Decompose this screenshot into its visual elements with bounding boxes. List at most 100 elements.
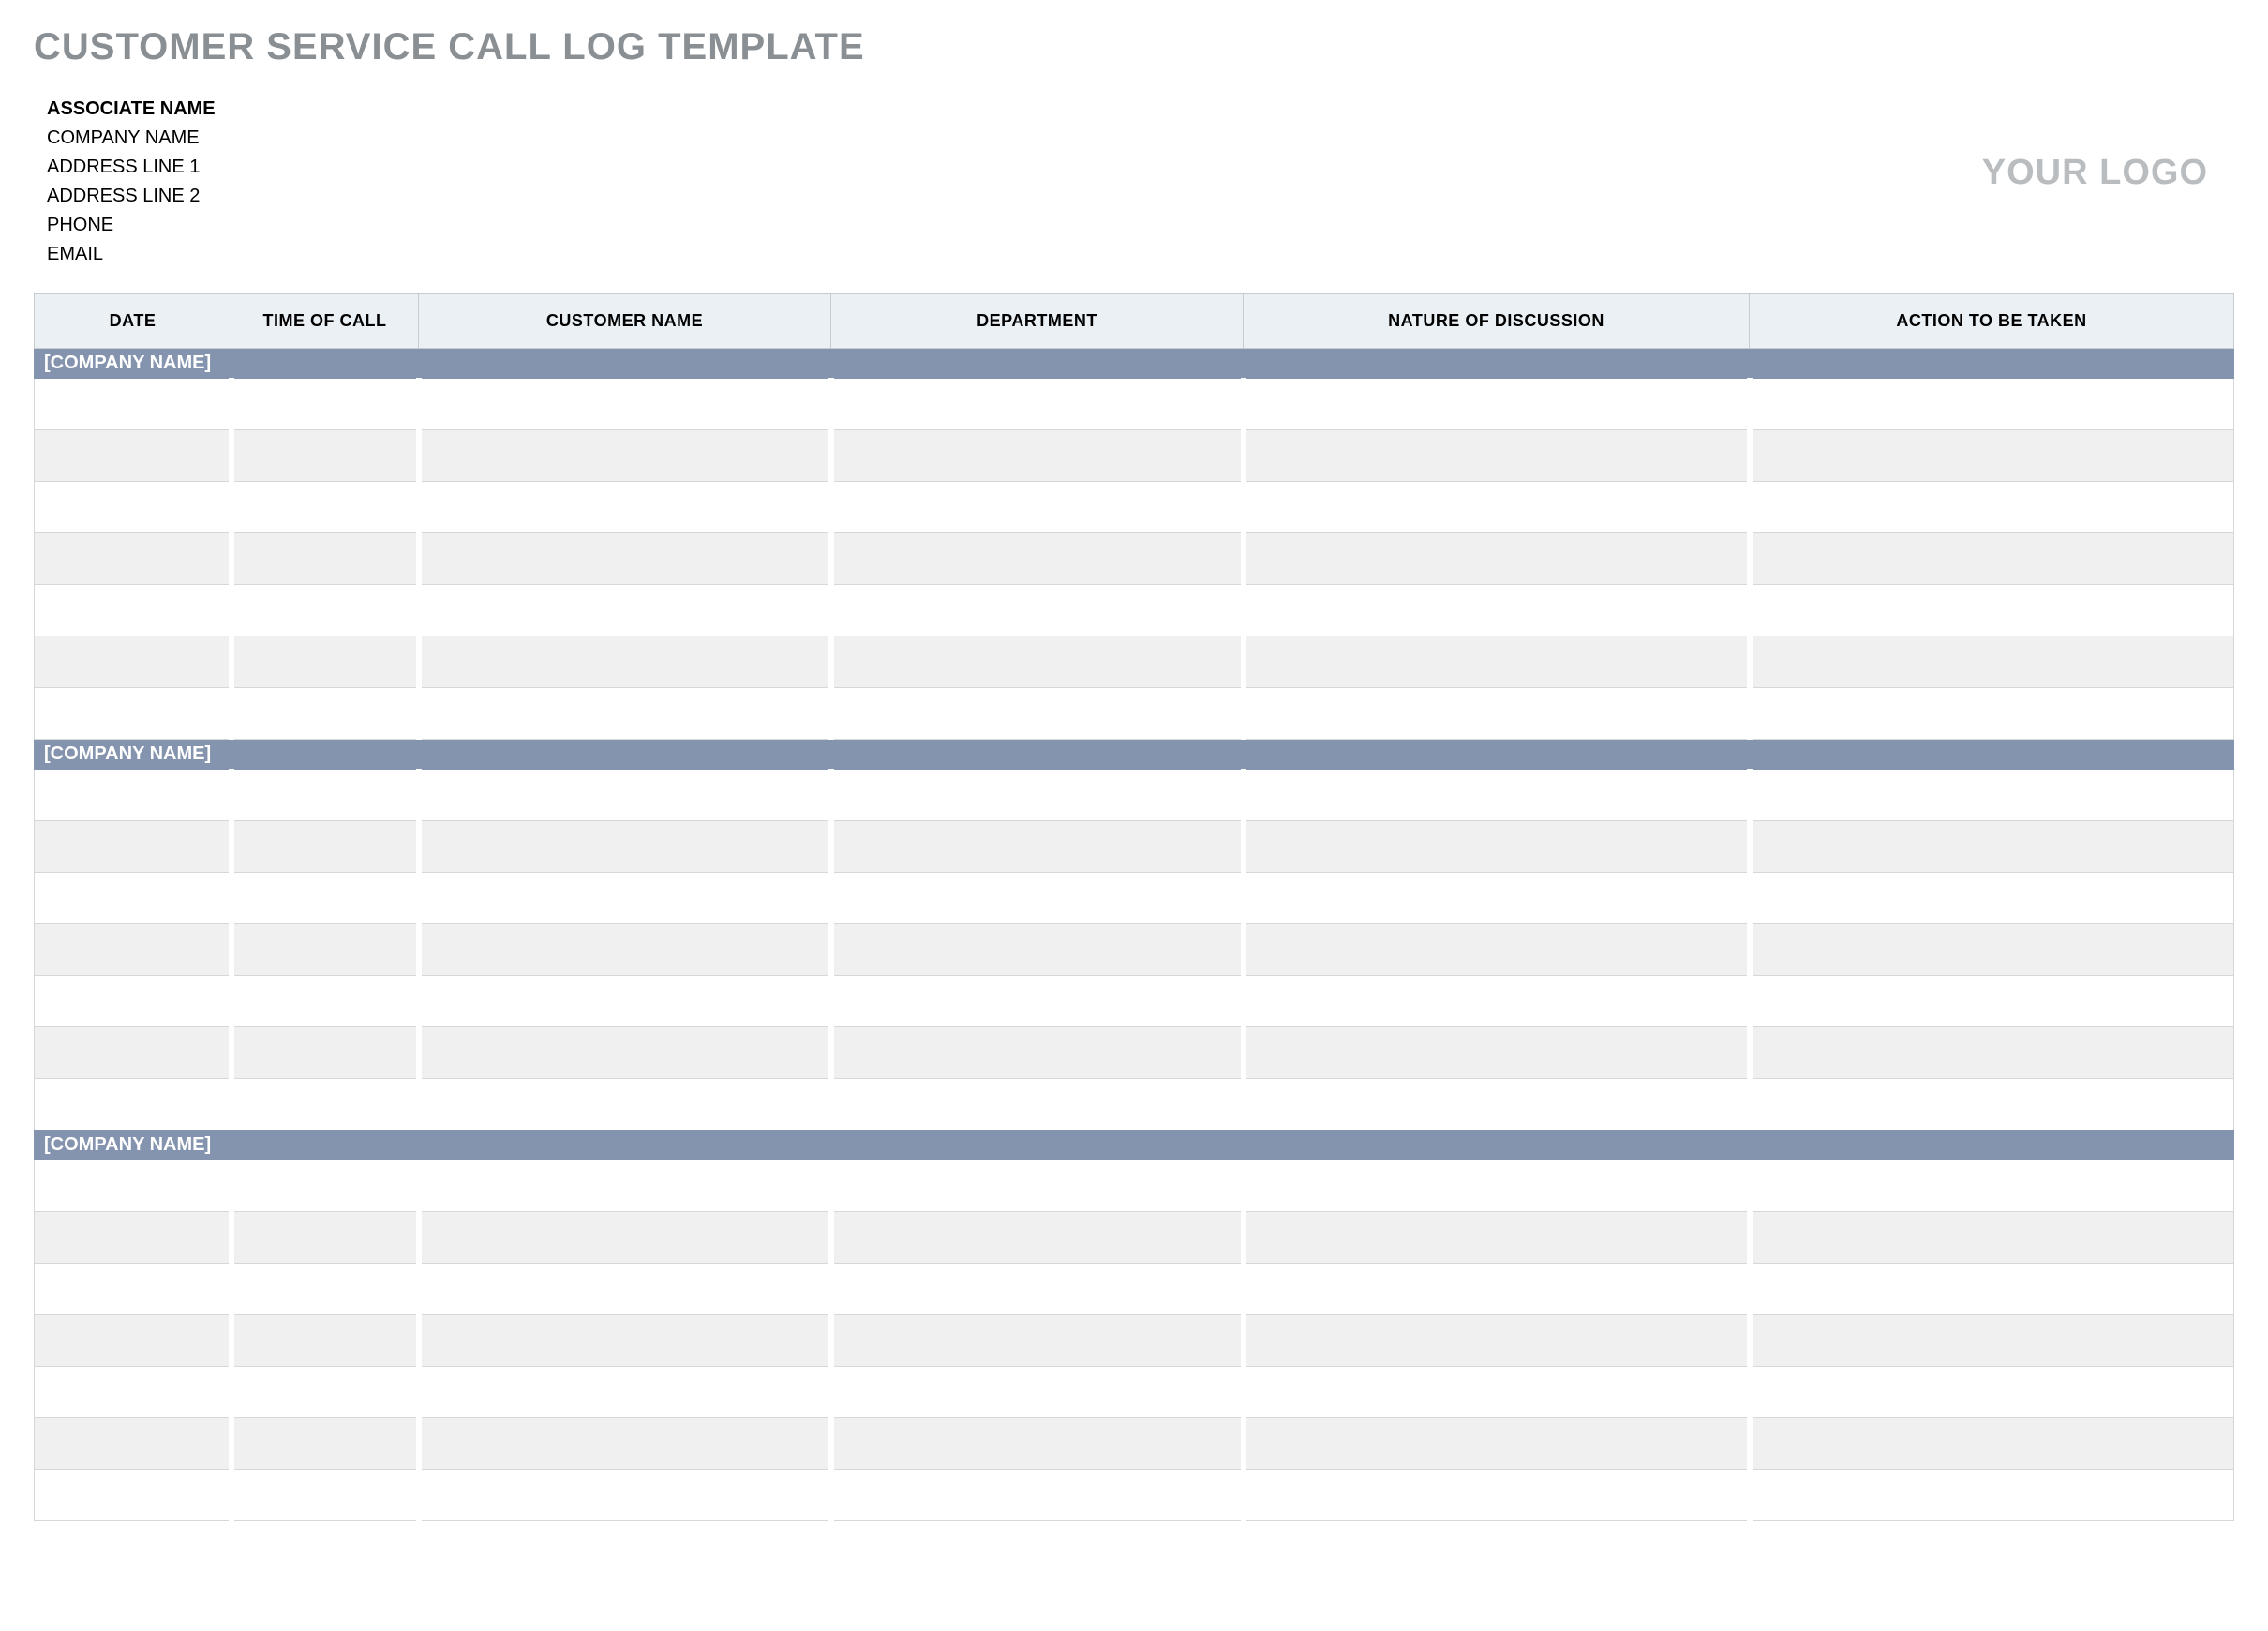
cell-customer[interactable] <box>419 533 831 585</box>
cell-time[interactable] <box>231 1264 419 1315</box>
cell-action[interactable] <box>1750 1160 2234 1212</box>
cell-nature[interactable] <box>1244 976 1750 1027</box>
cell-action[interactable] <box>1750 379 2234 430</box>
cell-department[interactable] <box>831 873 1244 924</box>
cell-customer[interactable] <box>419 924 831 976</box>
cell-department[interactable] <box>831 430 1244 482</box>
cell-time[interactable] <box>231 1315 419 1367</box>
cell-action[interactable] <box>1750 1264 2234 1315</box>
cell-time[interactable] <box>231 1418 419 1470</box>
cell-time[interactable] <box>231 1027 419 1079</box>
cell-nature[interactable] <box>1244 924 1750 976</box>
cell-nature[interactable] <box>1244 482 1750 533</box>
cell-date[interactable] <box>35 1470 231 1521</box>
cell-customer[interactable] <box>419 1264 831 1315</box>
cell-department[interactable] <box>831 1079 1244 1130</box>
cell-department[interactable] <box>831 636 1244 688</box>
cell-nature[interactable] <box>1244 688 1750 740</box>
cell-time[interactable] <box>231 533 419 585</box>
cell-nature[interactable] <box>1244 1264 1750 1315</box>
cell-customer[interactable] <box>419 1367 831 1418</box>
cell-department[interactable] <box>831 533 1244 585</box>
cell-action[interactable] <box>1750 1212 2234 1264</box>
cell-nature[interactable] <box>1244 430 1750 482</box>
cell-nature[interactable] <box>1244 379 1750 430</box>
cell-date[interactable] <box>35 1264 231 1315</box>
cell-department[interactable] <box>831 976 1244 1027</box>
cell-customer[interactable] <box>419 688 831 740</box>
cell-date[interactable] <box>35 688 231 740</box>
cell-nature[interactable] <box>1244 1027 1750 1079</box>
cell-date[interactable] <box>35 821 231 873</box>
cell-time[interactable] <box>231 379 419 430</box>
cell-customer[interactable] <box>419 482 831 533</box>
cell-date[interactable] <box>35 430 231 482</box>
cell-nature[interactable] <box>1244 873 1750 924</box>
cell-time[interactable] <box>231 924 419 976</box>
cell-department[interactable] <box>831 1418 1244 1470</box>
cell-customer[interactable] <box>419 821 831 873</box>
cell-customer[interactable] <box>419 770 831 821</box>
cell-action[interactable] <box>1750 482 2234 533</box>
cell-action[interactable] <box>1750 821 2234 873</box>
cell-department[interactable] <box>831 1160 1244 1212</box>
cell-customer[interactable] <box>419 1418 831 1470</box>
cell-time[interactable] <box>231 430 419 482</box>
cell-time[interactable] <box>231 482 419 533</box>
cell-department[interactable] <box>831 1212 1244 1264</box>
cell-customer[interactable] <box>419 1079 831 1130</box>
cell-date[interactable] <box>35 636 231 688</box>
cell-nature[interactable] <box>1244 1160 1750 1212</box>
cell-date[interactable] <box>35 1079 231 1130</box>
cell-customer[interactable] <box>419 636 831 688</box>
cell-action[interactable] <box>1750 1027 2234 1079</box>
cell-department[interactable] <box>831 1027 1244 1079</box>
cell-date[interactable] <box>35 482 231 533</box>
cell-date[interactable] <box>35 1315 231 1367</box>
cell-time[interactable] <box>231 976 419 1027</box>
cell-date[interactable] <box>35 770 231 821</box>
cell-action[interactable] <box>1750 924 2234 976</box>
cell-department[interactable] <box>831 1470 1244 1521</box>
cell-action[interactable] <box>1750 1315 2234 1367</box>
cell-time[interactable] <box>231 1470 419 1521</box>
cell-nature[interactable] <box>1244 770 1750 821</box>
cell-customer[interactable] <box>419 1160 831 1212</box>
cell-action[interactable] <box>1750 636 2234 688</box>
cell-time[interactable] <box>231 688 419 740</box>
cell-date[interactable] <box>35 1418 231 1470</box>
cell-department[interactable] <box>831 821 1244 873</box>
cell-date[interactable] <box>35 1212 231 1264</box>
cell-action[interactable] <box>1750 430 2234 482</box>
cell-customer[interactable] <box>419 379 831 430</box>
cell-nature[interactable] <box>1244 1470 1750 1521</box>
cell-date[interactable] <box>35 873 231 924</box>
cell-time[interactable] <box>231 1160 419 1212</box>
cell-customer[interactable] <box>419 1212 831 1264</box>
cell-date[interactable] <box>35 924 231 976</box>
cell-time[interactable] <box>231 1367 419 1418</box>
cell-date[interactable] <box>35 1027 231 1079</box>
cell-date[interactable] <box>35 379 231 430</box>
cell-date[interactable] <box>35 533 231 585</box>
cell-nature[interactable] <box>1244 1079 1750 1130</box>
cell-nature[interactable] <box>1244 821 1750 873</box>
cell-department[interactable] <box>831 585 1244 636</box>
cell-time[interactable] <box>231 585 419 636</box>
cell-nature[interactable] <box>1244 1315 1750 1367</box>
cell-action[interactable] <box>1750 1418 2234 1470</box>
cell-customer[interactable] <box>419 430 831 482</box>
cell-action[interactable] <box>1750 1367 2234 1418</box>
cell-time[interactable] <box>231 821 419 873</box>
cell-customer[interactable] <box>419 976 831 1027</box>
cell-nature[interactable] <box>1244 1212 1750 1264</box>
cell-action[interactable] <box>1750 688 2234 740</box>
cell-action[interactable] <box>1750 533 2234 585</box>
cell-time[interactable] <box>231 873 419 924</box>
cell-department[interactable] <box>831 770 1244 821</box>
cell-nature[interactable] <box>1244 1367 1750 1418</box>
cell-customer[interactable] <box>419 585 831 636</box>
cell-customer[interactable] <box>419 1027 831 1079</box>
cell-nature[interactable] <box>1244 1418 1750 1470</box>
cell-date[interactable] <box>35 1160 231 1212</box>
